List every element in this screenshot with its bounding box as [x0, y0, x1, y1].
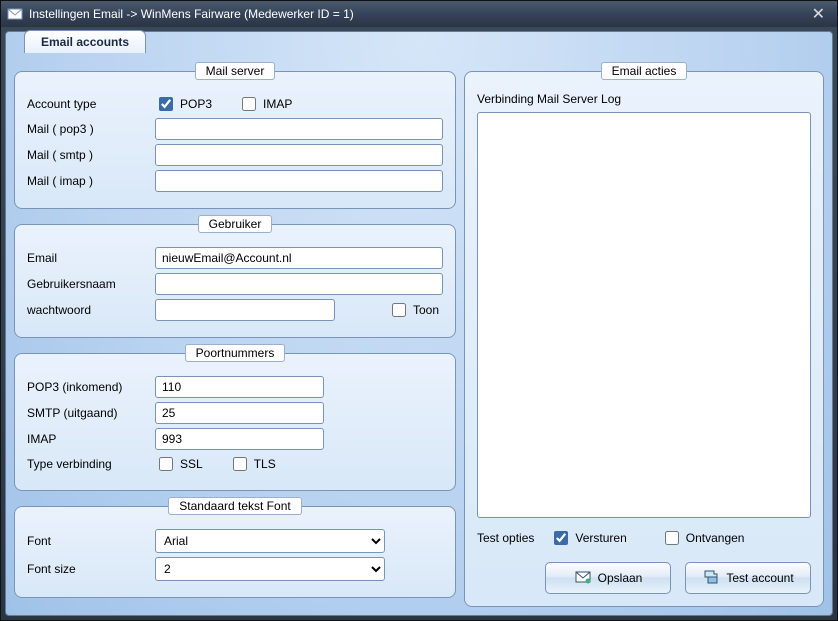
checkbox-toon-input[interactable] — [392, 303, 406, 317]
legend-gebruiker: Gebruiker — [198, 215, 273, 233]
checkbox-ontvangen[interactable]: Ontvangen — [661, 528, 745, 548]
label-test-opties: Test opties — [477, 531, 534, 545]
label-log: Verbinding Mail Server Log — [477, 92, 811, 106]
checkbox-tls-input[interactable] — [233, 457, 247, 471]
label-font: Font — [27, 534, 147, 548]
input-mail-smtp[interactable] — [155, 144, 443, 166]
save-button[interactable]: Opslaan — [545, 562, 671, 594]
titlebar: Instellingen Email -> WinMens Fairware (… — [1, 1, 837, 27]
legend-email-acties: Email acties — [601, 62, 688, 80]
mail-icon — [7, 6, 23, 22]
label-account-type: Account type — [27, 97, 147, 111]
label-port-pop3: POP3 (inkomend) — [27, 380, 147, 394]
save-icon — [574, 568, 592, 589]
checkbox-ontvangen-input[interactable] — [665, 531, 679, 545]
window: Instellingen Email -> WinMens Fairware (… — [0, 0, 838, 621]
group-poortnummers: Poortnummers POP3 (inkomend) SMTP (uitga… — [14, 344, 456, 491]
input-mail-imap[interactable] — [155, 170, 443, 192]
label-mail-imap: Mail ( imap ) — [27, 174, 147, 188]
checkbox-pop3-label: POP3 — [180, 97, 212, 111]
tab-strip: Email accounts — [24, 30, 146, 53]
checkbox-toon-label: Toon — [413, 303, 439, 317]
input-email[interactable] — [155, 247, 443, 269]
checkbox-imap-label: IMAP — [263, 97, 292, 111]
legend-mail-server: Mail server — [195, 62, 276, 80]
label-type-verbinding: Type verbinding — [27, 457, 147, 471]
checkbox-ontvangen-label: Ontvangen — [686, 531, 745, 545]
input-port-smtp[interactable] — [155, 402, 324, 424]
checkbox-versturen[interactable]: Versturen — [550, 528, 626, 548]
label-email: Email — [27, 251, 147, 265]
group-font: Standaard tekst Font Font Arial Font siz… — [14, 497, 456, 598]
checkbox-ssl-label: SSL — [180, 457, 203, 471]
group-email-acties: Email acties Verbinding Mail Server Log … — [464, 62, 824, 607]
checkbox-tls[interactable]: TLS — [229, 454, 276, 474]
select-font[interactable]: Arial — [155, 529, 385, 553]
group-gebruiker: Gebruiker Email Gebruikersnaam wachtwoor… — [14, 215, 456, 338]
label-mail-pop3: Mail ( pop3 ) — [27, 122, 147, 136]
checkbox-toon[interactable]: Toon — [388, 300, 439, 320]
window-title: Instellingen Email -> WinMens Fairware (… — [29, 7, 806, 21]
legend-poort: Poortnummers — [185, 344, 286, 362]
select-font-size[interactable]: 2 — [155, 557, 385, 581]
checkbox-ssl[interactable]: SSL — [155, 454, 203, 474]
label-port-smtp: SMTP (uitgaand) — [27, 406, 147, 420]
label-font-size: Font size — [27, 562, 147, 576]
test-icon — [702, 568, 720, 589]
close-icon[interactable]: ✕ — [806, 4, 831, 24]
test-account-button[interactable]: Test account — [685, 562, 811, 594]
group-mail-server: Mail server Account type POP3 IMAP — [14, 62, 456, 209]
label-mail-smtp: Mail ( smtp ) — [27, 148, 147, 162]
checkbox-pop3[interactable]: POP3 — [155, 94, 212, 114]
input-username[interactable] — [155, 273, 443, 295]
checkbox-versturen-label: Versturen — [575, 531, 626, 545]
checkbox-imap[interactable]: IMAP — [238, 94, 292, 114]
client-area: Email accounts Mail server Account type … — [5, 31, 833, 616]
legend-font: Standaard tekst Font — [168, 497, 301, 515]
checkbox-tls-label: TLS — [254, 457, 276, 471]
input-mail-pop3[interactable] — [155, 118, 443, 140]
label-username: Gebruikersnaam — [27, 277, 147, 291]
label-port-imap: IMAP — [27, 432, 147, 446]
checkbox-versturen-input[interactable] — [554, 531, 568, 545]
tab-email-accounts[interactable]: Email accounts — [24, 30, 146, 53]
textarea-log[interactable] — [477, 112, 811, 518]
input-port-pop3[interactable] — [155, 376, 324, 398]
label-password: wachtwoord — [27, 303, 147, 317]
checkbox-imap-input[interactable] — [242, 97, 256, 111]
checkbox-ssl-input[interactable] — [159, 457, 173, 471]
input-port-imap[interactable] — [155, 428, 324, 450]
checkbox-pop3-input[interactable] — [159, 97, 173, 111]
save-button-label: Opslaan — [598, 571, 643, 585]
input-password[interactable] — [155, 299, 335, 321]
test-account-button-label: Test account — [726, 571, 793, 585]
